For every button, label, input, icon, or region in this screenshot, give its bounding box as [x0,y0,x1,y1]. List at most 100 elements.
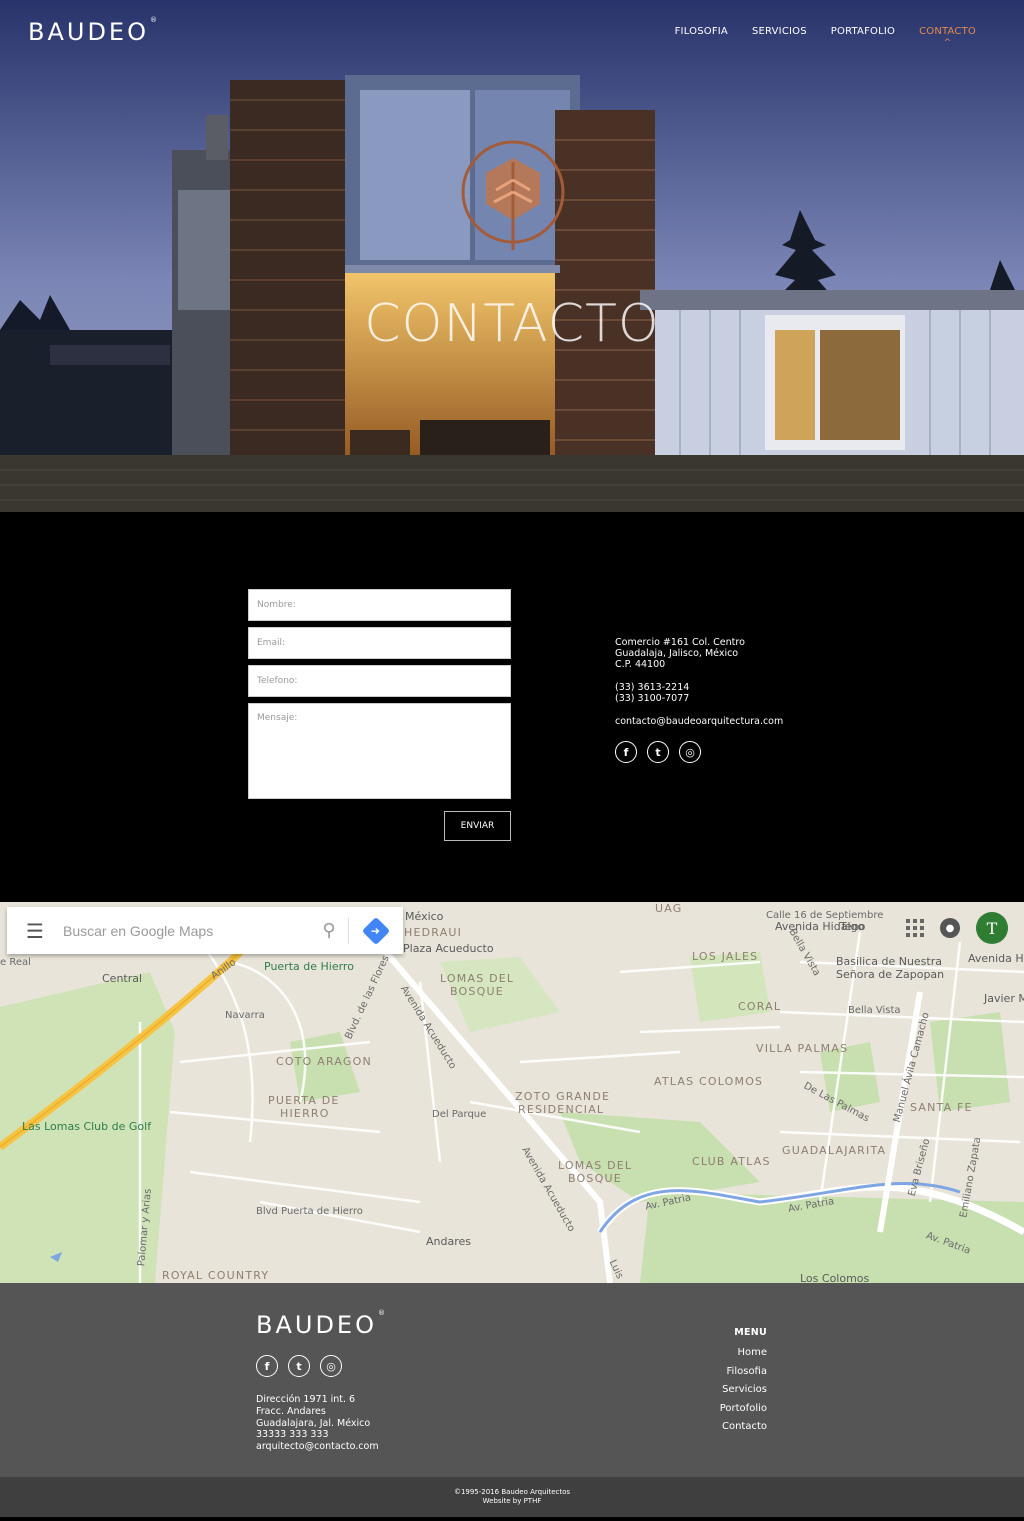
map-label: Puerta de Hierro [264,960,354,973]
search-icon[interactable]: ⚲ [310,920,348,941]
copyright-bar: ©1995-2016 Baudeo Arquitectos Website by… [0,1477,1024,1517]
map-label: BOSQUE [568,1172,622,1185]
map-label: CLUB ATLAS [692,1155,771,1168]
contact-form: Nombre: Email: Telefono: Mensaje: ENVIAR [248,589,511,841]
map-label: VILLA PALMAS [756,1042,849,1055]
footer-link-contacto[interactable]: Contacto [720,1421,767,1432]
footer-email[interactable]: arquitecto@contacto.com [256,1441,379,1453]
map-label: Basilica de Nuestra [836,955,942,968]
map-label: ATLAS COLOMOS [654,1075,764,1088]
hero-section: BAUDEO® FILOSOFIA SERVICIOS PORTAFOLIO C… [0,0,1024,512]
footer-logo[interactable]: BAUDEO® [256,1309,388,1339]
map-label: RESIDENCIAL [518,1103,605,1116]
address-line: Dirección 1971 int. 6 [256,1394,356,1405]
apps-grid-icon[interactable] [906,919,924,937]
active-caret-icon: ^ [943,38,952,48]
registered-mark: ® [377,1309,388,1317]
contact-info: Comercio #161 Col. Centro Guadalaja, Jal… [615,637,783,763]
map-label: México [405,910,444,923]
map-label: Bella Vista [848,1005,901,1016]
map-label: Del Parque [432,1109,487,1120]
copyright-text: ©1995-2016 Baudeo Arquitectos [453,1488,571,1496]
map-label: COTO ARAGON [276,1055,372,1068]
map-label: UAG [655,902,683,915]
map-label: Blvd Puerta de Hierro [256,1206,363,1217]
email-field[interactable]: Email: [248,627,511,659]
notifications-icon[interactable]: ● [940,918,960,938]
address-line: Guadalajara, Jal. México [256,1417,371,1429]
account-avatar[interactable]: T [976,912,1008,944]
directions-icon: ➜ [361,916,391,945]
map-label: GUADALAJARITA [782,1144,887,1157]
instagram-icon[interactable]: ◎ [679,741,701,763]
google-map[interactable]: México Plaza Acueducto HEDRAUI UAG Calle… [0,902,1024,1283]
footer-link-home[interactable]: Home [720,1347,767,1358]
map-label: BOSQUE [450,985,504,998]
map-account-tools: ● T [906,912,1008,944]
facebook-icon[interactable]: f [615,741,637,763]
map-label: LOMAS DEL [558,1159,633,1172]
send-button[interactable]: ENVIAR [444,811,511,841]
footer-menu: MENU Home Filosofia Servicios Portofolio… [720,1327,767,1440]
message-field[interactable]: Mensaje: [248,703,511,799]
menu-icon[interactable]: ☰ [7,919,63,943]
site-footer: BAUDEO® f t ◎ Dirección 1971 int. 6 Frac… [0,1283,1024,1517]
instagram-icon[interactable]: ◎ [320,1355,342,1377]
map-label: LOS JALES [692,950,759,963]
brand-emblem-icon [461,140,565,250]
map-label: Las Lomas Club de Golf [22,1120,152,1133]
brand-logo[interactable]: BAUDEO® [28,16,160,46]
nav-servicios[interactable]: SERVICIOS [752,26,807,37]
twitter-icon[interactable]: t [647,741,669,763]
phone-number: (33) 3613-2214 [615,682,690,693]
footer-phone: 33333 333 333 [256,1429,329,1441]
map-label: Javier M [984,992,1024,1005]
nav-contacto[interactable]: CONTACTO ^ [919,26,976,48]
phone-number: (33) 3100-7077 [615,693,690,704]
address-line: Comercio #161 Col. Centro [615,637,745,648]
address-line: Fracc. Andares [256,1405,326,1417]
map-label: Navarra [225,1010,265,1021]
map-label: HEDRAUI [404,926,463,939]
map-label: Central [102,972,143,985]
map-search-input[interactable]: Buscar en Google Maps [63,923,310,939]
twitter-icon[interactable]: t [288,1355,310,1377]
map-label: LOMAS DEL [440,972,515,985]
map-label: ROYAL COUNTRY [162,1269,270,1282]
nav-filosofia[interactable]: FILOSOFIA [675,26,728,37]
address-line: C.P. 44100 [615,659,666,670]
nav-portafolio[interactable]: PORTAFOLIO [831,26,895,37]
map-label: Avenida H [968,952,1024,965]
contact-section: Nombre: Email: Telefono: Mensaje: ENVIAR… [0,512,1024,902]
map-label: Andares [426,1235,471,1248]
footer-logo-text: BAUDEO [256,1311,377,1339]
map-label: SANTA FE [910,1101,973,1114]
page-title: CONTACTO [364,294,660,354]
footer-link-servicios[interactable]: Servicios [720,1384,767,1395]
credit-text: Website by PTHF [482,1497,542,1505]
footer-social-links: f t ◎ [256,1355,342,1377]
nav-contacto-label: CONTACTO [919,26,976,37]
registered-mark: ® [149,16,160,24]
footer-link-portofolio[interactable]: Portofolio [720,1403,767,1414]
map-label: ZOTO GRANDE [515,1090,611,1103]
social-links: f t ◎ [615,741,783,763]
map-label: Plaza Acueducto [403,942,494,955]
map-label: Los Colomos [800,1272,870,1283]
map-search-box: ☰ Buscar en Google Maps ⚲ ➜ [7,907,403,954]
map-label: Señora de Zapopan [836,968,945,981]
directions-button[interactable]: ➜ [349,916,403,945]
map-label: PUERTA DE [268,1094,340,1107]
footer-link-filosofia[interactable]: Filosofia [720,1366,767,1377]
name-field[interactable]: Nombre: [248,589,511,621]
map-label: Teno [840,920,866,933]
footer-menu-title: MENU [734,1327,767,1338]
contact-email[interactable]: contacto@baudeoarquitectura.com [615,716,783,727]
phone-field[interactable]: Telefono: [248,665,511,697]
map-label: e Real [0,957,31,968]
map-label: HIERRO [280,1107,330,1120]
footer-address: Dirección 1971 int. 6 Fracc. Andares Gua… [256,1394,379,1453]
facebook-icon[interactable]: f [256,1355,278,1377]
map-label: CORAL [738,1000,782,1013]
main-nav: FILOSOFIA SERVICIOS PORTAFOLIO CONTACTO … [675,26,976,48]
